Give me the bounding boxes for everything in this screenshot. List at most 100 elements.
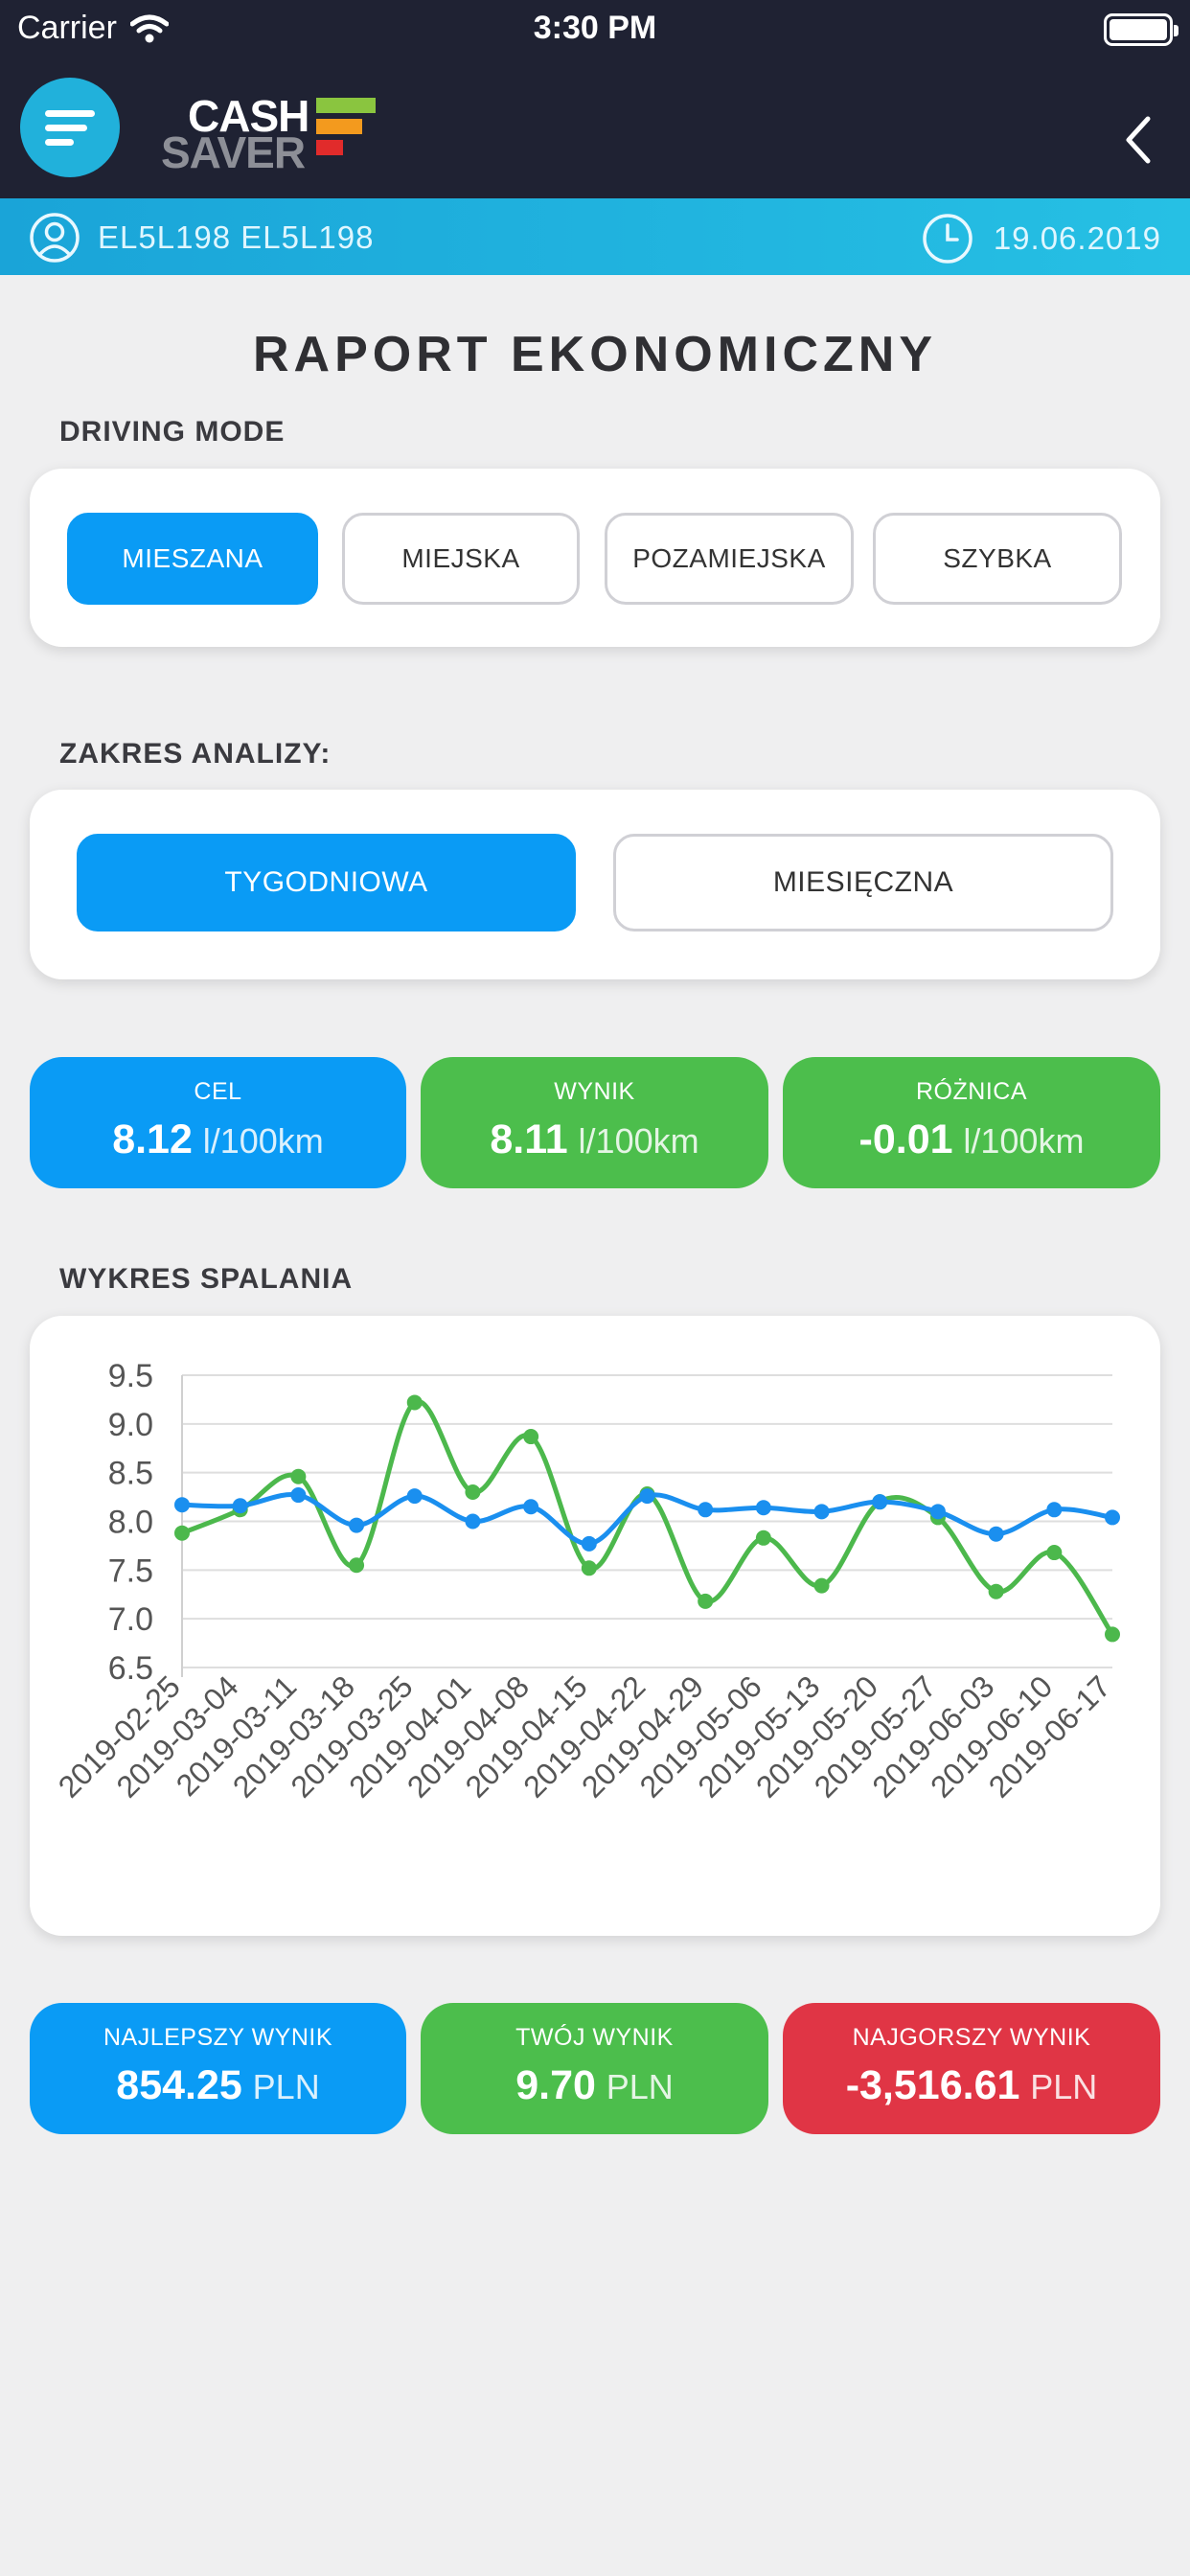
range-monthly-button[interactable]: MIESIĘCZNA [613, 834, 1113, 932]
data-point-series-0 [639, 1488, 655, 1505]
target-stat: CEL 8.12 l/100km [30, 1057, 406, 1188]
menu-icon-line [45, 125, 87, 131]
target-unit: l/100km [202, 1121, 324, 1161]
page-title: RAPORT EKONOMICZNY [253, 327, 937, 382]
y-tick-label: 9.5 [108, 1358, 153, 1394]
data-point-series-0 [755, 1500, 771, 1516]
data-point-series-1 [698, 1593, 714, 1609]
data-point-series-0 [290, 1487, 307, 1504]
clock-icon [923, 214, 973, 264]
mode-miejska-button[interactable]: MIEJSKA [342, 513, 580, 605]
data-point-series-1 [581, 1560, 597, 1576]
menu-button[interactable] [20, 78, 120, 177]
user-icon [30, 213, 80, 263]
chart-card: 9.5 9.0 8.5 8.0 7.5 7.0 6.5 2019-02-25 2019-03-0… [30, 1316, 1160, 1936]
data-point-series-1 [813, 1577, 830, 1594]
difference-stat: RÓŻNICA -0.01 l/100km [783, 1057, 1160, 1188]
back-chevron-icon[interactable] [1119, 115, 1157, 165]
y-tick-label: 7.5 [108, 1552, 153, 1589]
mode-pozamiejska-button[interactable]: POZAMIEJSKA [605, 513, 854, 605]
logo-bar-orange [316, 119, 362, 134]
target-value-row: 8.12 l/100km [30, 1116, 406, 1163]
your-score-value: 9.70 [515, 2062, 596, 2108]
driving-mode-card: MIESZANA MIEJSKA POZAMIEJSKA SZYBKA [30, 469, 1160, 647]
worst-score-label: NAJGORSZY WYNIK [852, 2024, 1091, 2051]
data-point-series-0 [1046, 1502, 1063, 1518]
cash-saver-logo: CASH SAVER [161, 90, 391, 177]
y-tick-label: 7.0 [108, 1601, 153, 1638]
your-score-unit: PLN [606, 2067, 674, 2106]
data-point-series-0 [465, 1513, 481, 1530]
data-point-series-1 [174, 1525, 190, 1541]
result-value-row: 8.11 l/100km [421, 1116, 768, 1163]
data-point-series-1 [988, 1583, 1004, 1599]
worst-score-value-row: -3,516.61 PLN [783, 2062, 1160, 2109]
logo-text-saver: SAVER [161, 127, 306, 177]
data-point-series-0 [988, 1526, 1004, 1542]
menu-icon [45, 110, 95, 117]
data-point-series-0 [813, 1504, 830, 1520]
best-score-stat: NAJLEPSZY WYNIK 854.25 PLN [30, 2003, 406, 2134]
result-stat: WYNIK 8.11 l/100km [421, 1057, 768, 1188]
report-date: 19.06.2019 [993, 220, 1161, 256]
user-name: EL5L198 EL5L198 [98, 219, 375, 255]
data-point-series-1 [1105, 1626, 1120, 1643]
best-score-value-row: 854.25 PLN [30, 2062, 406, 2109]
chart-section-label: WYKRES SPALANIA [59, 1263, 354, 1295]
y-tick-label: 8.0 [108, 1505, 153, 1541]
data-point-series-0 [581, 1535, 597, 1552]
data-point-series-0 [349, 1517, 365, 1533]
y-tick-label: 9.0 [108, 1407, 153, 1443]
best-score-value: 854.25 [116, 2062, 242, 2108]
data-point-series-0 [174, 1497, 190, 1513]
data-point-series-1 [523, 1429, 539, 1445]
y-tick-label: 8.5 [108, 1456, 153, 1492]
data-point-series-1 [465, 1484, 481, 1500]
data-point-series-0 [698, 1502, 714, 1518]
result-label: WYNIK [554, 1078, 635, 1105]
analysis-range-card: TYGODNIOWA MIESIĘCZNA [30, 790, 1160, 979]
best-score-label: NAJLEPSZY WYNIK [103, 2024, 333, 2051]
data-point-series-0 [406, 1488, 423, 1505]
best-score-unit: PLN [252, 2067, 320, 2106]
mode-mieszana-button[interactable]: MIESZANA [67, 513, 318, 605]
mode-szybka-button[interactable]: SZYBKA [873, 513, 1122, 605]
difference-value-row: -0.01 l/100km [783, 1116, 1160, 1163]
result-unit: l/100km [578, 1121, 699, 1161]
your-score-stat: TWÓJ WYNIK 9.70 PLN [421, 2003, 768, 2134]
range-weekly-button[interactable]: TYGODNIOWA [77, 834, 576, 932]
status-time: 3:30 PM [533, 10, 657, 46]
difference-label: RÓŻNICA [916, 1078, 1027, 1105]
user-info: EL5L198 EL5L198 [29, 212, 374, 264]
logo-bar-green [316, 98, 376, 113]
result-value: 8.11 [490, 1116, 568, 1162]
status-bar: Carrier 3:30 PM [0, 0, 1190, 59]
difference-value: -0.01 [858, 1116, 953, 1162]
data-point-series-0 [232, 1498, 248, 1514]
target-label: CEL [194, 1078, 242, 1105]
your-score-label: TWÓJ WYNIK [515, 2024, 674, 2051]
logo-bar-red [316, 140, 343, 155]
data-point-series-1 [755, 1530, 771, 1546]
data-point-series-0 [1105, 1509, 1120, 1526]
data-point-series-1 [1046, 1545, 1063, 1561]
data-point-series-0 [872, 1494, 888, 1510]
difference-unit: l/100km [963, 1121, 1085, 1161]
worst-score-stat: NAJGORSZY WYNIK -3,516.61 PLN [783, 2003, 1160, 2134]
data-point-series-0 [929, 1504, 946, 1520]
data-point-series-0 [523, 1499, 539, 1515]
fuel-consumption-chart: 9.59.08.58.07.57.06.52019-02-252019-03-0… [52, 1358, 1120, 1805]
user-bar: EL5L198 EL5L198 19.06.2019 [0, 198, 1190, 275]
analysis-range-label: ZAKRES ANALIZY: [59, 738, 332, 770]
target-value: 8.12 [112, 1116, 193, 1162]
your-score-value-row: 9.70 PLN [421, 2062, 768, 2109]
menu-icon-line [45, 139, 74, 146]
worst-score-unit: PLN [1030, 2067, 1098, 2106]
worst-score-value: -3,516.61 [845, 2062, 1020, 2108]
y-tick-label: 6.5 [108, 1650, 153, 1687]
data-point-series-1 [290, 1468, 307, 1484]
series-line-1 [181, 1398, 1115, 1636]
date-info: 19.06.2019 [921, 212, 1161, 265]
battery-icon [1104, 13, 1179, 46]
data-point-series-1 [406, 1394, 423, 1411]
